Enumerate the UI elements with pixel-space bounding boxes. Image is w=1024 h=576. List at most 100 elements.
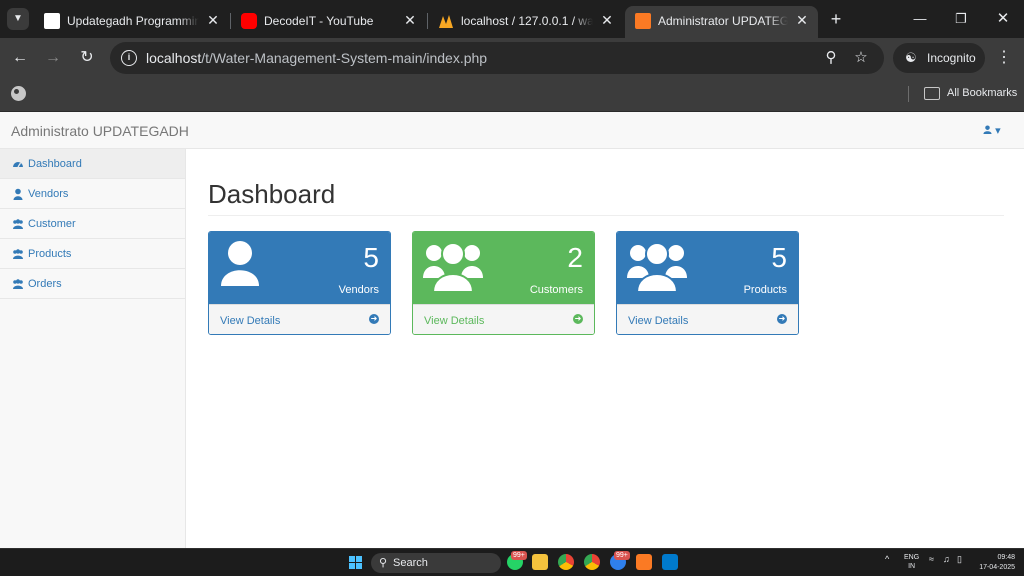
- products-view-details-link[interactable]: View Details ➜: [617, 304, 798, 334]
- folder-icon[interactable]: [924, 87, 940, 100]
- incognito-icon: ☯: [905, 50, 917, 65]
- language-indicator[interactable]: ENG IN: [904, 553, 919, 571]
- browser-menu-icon[interactable]: ⋮: [996, 47, 1012, 69]
- volume-icon[interactable]: ♫: [943, 554, 950, 564]
- sidebar-item-label: Dashboard: [28, 158, 82, 170]
- notification-badge: 99+: [511, 551, 527, 560]
- sidebar-item-dashboard[interactable]: Dashboard: [0, 149, 185, 179]
- products-label: Products: [743, 284, 787, 296]
- url-text[interactable]: localhost/t/Water-Management-System-main…: [146, 50, 487, 66]
- url-host: localhost: [146, 50, 202, 66]
- vendors-view-details-link[interactable]: View Details ➜: [209, 304, 390, 334]
- customers-view-details-link[interactable]: View Details ➜: [413, 304, 594, 334]
- users-icon: [13, 219, 23, 229]
- chrome-profile-icon[interactable]: [584, 554, 600, 570]
- windows-start-icon[interactable]: [349, 556, 363, 570]
- battery-icon[interactable]: ▯: [957, 554, 962, 565]
- view-details-label: View Details: [424, 315, 485, 327]
- xampp-favicon-icon: [635, 13, 651, 29]
- lang-region: IN: [908, 563, 916, 570]
- vendors-label: Vendors: [338, 284, 379, 296]
- address-bar[interactable]: i localhost/t/Water-Management-System-ma…: [110, 42, 884, 74]
- customers-card: 2 Customers View Details ➜: [412, 231, 595, 335]
- chrome-icon[interactable]: [558, 554, 574, 570]
- clock-time: 09:48: [997, 554, 1015, 561]
- brand-title[interactable]: Administrato UPDATEGADH: [11, 123, 189, 139]
- arrow-circle-right-icon: ➜: [777, 314, 787, 324]
- clock[interactable]: 09:48 17-04-2025: [975, 553, 1015, 573]
- tab-title: localhost / 127.0.0.1 / water-m: [461, 14, 593, 28]
- minimize-button[interactable]: —: [908, 8, 932, 30]
- sidebar-item-label: Customer: [28, 218, 76, 230]
- vendors-count: 5: [363, 242, 379, 273]
- phpmyadmin-favicon-icon: [438, 13, 454, 29]
- new-tab-button[interactable]: +: [826, 9, 846, 29]
- close-window-button[interactable]: ✕: [991, 8, 1015, 30]
- sidebar-item-orders[interactable]: Orders: [0, 269, 185, 299]
- windows-taskbar: ⚲ Search 99+ 99+ ^ ENG IN ≈ ♫ ▯ 09:48 17-0…: [0, 548, 1024, 576]
- back-button[interactable]: ←: [9, 47, 31, 69]
- arrow-circle-right-icon: ➜: [573, 314, 583, 324]
- site-info-icon[interactable]: i: [121, 50, 137, 66]
- globe-icon[interactable]: [11, 86, 26, 101]
- close-tab-icon[interactable]: ✕: [599, 12, 615, 28]
- customers-label: Customers: [529, 284, 583, 296]
- lang-code: ENG: [904, 554, 920, 561]
- card-header: 5 Vendors: [209, 232, 390, 304]
- tab-title: Administrator UPDATEGADH: [658, 14, 788, 28]
- user-icon: [983, 125, 992, 134]
- file-explorer-icon[interactable]: [532, 554, 548, 570]
- user-icon: [13, 188, 23, 200]
- sidebar-item-products[interactable]: Products: [0, 239, 185, 269]
- users-icon: [13, 279, 23, 289]
- incognito-indicator[interactable]: ☯ Incognito: [893, 43, 985, 73]
- url-path: /t/Water-Management-System-main/index.ph…: [201, 50, 488, 66]
- close-tab-icon[interactable]: ✕: [205, 12, 221, 28]
- app-icon[interactable]: 99+: [610, 551, 630, 570]
- bookmarks-separator: [908, 86, 909, 102]
- sidebar-item-label: Orders: [28, 278, 62, 290]
- close-tab-icon[interactable]: ✕: [402, 12, 418, 28]
- tab-search-button[interactable]: ▼: [7, 8, 29, 30]
- card-header: 2 Customers: [413, 232, 594, 304]
- sidebar-item-customer[interactable]: Customer: [0, 209, 185, 239]
- sidebar-item-vendors[interactable]: Vendors: [0, 179, 185, 209]
- updategadh-favicon-icon: [44, 13, 60, 29]
- search-label: Search: [393, 557, 428, 569]
- reload-button[interactable]: ↻: [76, 47, 98, 69]
- users-icon: [13, 249, 23, 259]
- sidebar-item-label: Vendors: [28, 188, 69, 200]
- notification-badge: 99+: [614, 551, 630, 560]
- vscode-icon[interactable]: [662, 554, 678, 570]
- tab-updategadh[interactable]: Updategadh Programming - Up ✕: [34, 6, 229, 38]
- main-content: Dashboard 5 Vendors View Details ➜ 2 Cus…: [186, 149, 1024, 548]
- vendors-card: 5 Vendors View Details ➜: [208, 231, 391, 335]
- all-bookmarks-link[interactable]: All Bookmarks: [947, 87, 1017, 99]
- products-card: 5 Products View Details ➜: [616, 231, 799, 335]
- wifi-icon[interactable]: ≈: [929, 554, 934, 564]
- chevron-up-icon[interactable]: ^: [885, 554, 889, 564]
- browser-toolbar: ← → ↻ i localhost/t/Water-Management-Sys…: [0, 38, 1024, 78]
- xampp-icon[interactable]: [636, 554, 652, 570]
- close-tab-icon[interactable]: ✕: [794, 12, 810, 28]
- forward-button[interactable]: →: [42, 47, 64, 69]
- tab-title: DecodeIT - YouTube: [264, 14, 374, 28]
- dashboard-icon: [13, 162, 23, 168]
- tab-youtube[interactable]: DecodeIT - YouTube ✕: [231, 6, 426, 38]
- page-title: Dashboard: [208, 179, 336, 209]
- incognito-label: Incognito: [927, 51, 976, 65]
- zoom-icon[interactable]: ⚲: [822, 49, 840, 67]
- user-dropdown[interactable]: ▾: [983, 124, 1001, 137]
- whatsapp-icon[interactable]: 99+: [507, 551, 527, 570]
- sidebar: Dashboard Vendors Customer Products Orde…: [0, 149, 186, 548]
- chevron-down-icon: ▾: [995, 125, 1001, 137]
- card-header: 5 Products: [617, 232, 798, 304]
- bookmark-star-icon[interactable]: ☆: [852, 49, 870, 67]
- search-icon: ⚲: [379, 557, 388, 569]
- youtube-favicon-icon: [241, 13, 257, 29]
- tab-phpmyadmin[interactable]: localhost / 127.0.0.1 / water-m ✕: [428, 6, 623, 38]
- restore-button[interactable]: ❐: [949, 8, 973, 30]
- taskbar-search-box[interactable]: ⚲ Search: [371, 553, 501, 573]
- tab-administrator[interactable]: Administrator UPDATEGADH ✕: [625, 6, 818, 38]
- arrow-circle-right-icon: ➜: [369, 314, 379, 324]
